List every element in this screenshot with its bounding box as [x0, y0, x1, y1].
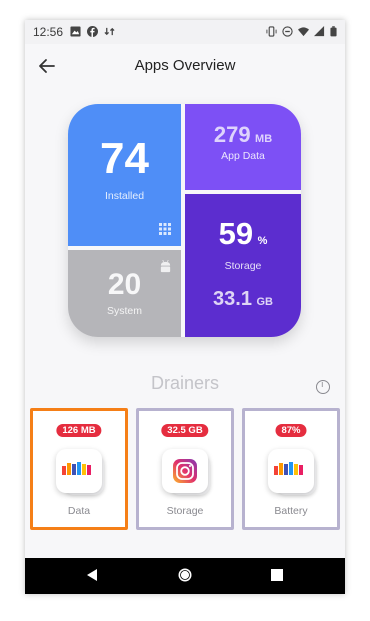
drainer-badge: 126 MB [56, 424, 102, 437]
facebook-notification-icon [87, 26, 98, 37]
storage-size: 33.1 [213, 288, 252, 310]
drainer-card-data[interactable]: 126 MB Data [30, 408, 128, 530]
drainers-list: 126 MB Data 32.5 GB Storage 87% Battery [30, 408, 340, 530]
bars-app-icon [274, 462, 303, 475]
installed-count: 74 [100, 134, 149, 183]
status-time: 12:56 [33, 25, 64, 39]
system-count: 20 [107, 268, 142, 301]
page-title: Apps Overview [134, 57, 236, 74]
instagram-icon [173, 459, 197, 483]
drainer-card-storage[interactable]: 32.5 GB Storage [136, 408, 234, 530]
status-bar: 12:56 [25, 20, 345, 44]
nav-recents-icon[interactable] [271, 569, 283, 581]
info-icon[interactable] [316, 380, 330, 394]
drainer-label: Battery [274, 505, 308, 517]
storage-percent: 59 [218, 216, 254, 251]
storage-tile[interactable]: 59 % Storage 33.1 GB [185, 194, 301, 337]
phone-screen: 12:56 Apps Overview 74 Installed 20 Syst… [25, 20, 345, 594]
image-notification-icon [70, 26, 81, 37]
app-icon [162, 449, 208, 493]
overview-tiles: 74 Installed 20 System 279 MB App Data 5… [68, 104, 301, 337]
storage-size-unit: GB [256, 296, 273, 308]
drainer-card-battery[interactable]: 87% Battery [242, 408, 340, 530]
app-bar: Apps Overview [25, 44, 345, 88]
app-data-unit: MB [255, 133, 273, 145]
drainer-badge: 87% [275, 424, 307, 437]
app-data-value: 279 [213, 122, 251, 147]
storage-label: Storage [224, 260, 262, 272]
nav-home-icon[interactable] [177, 567, 193, 583]
storage-percent-unit: % [257, 235, 268, 247]
system-tile[interactable]: 20 System [68, 250, 181, 337]
signal-icon [314, 26, 325, 37]
wifi-icon [298, 27, 309, 37]
do-not-disturb-icon [282, 26, 293, 37]
installed-label: Installed [104, 190, 145, 202]
drainers-title: Drainers [150, 373, 220, 393]
app-data-tile[interactable]: 279 MB App Data [185, 104, 301, 190]
system-nav-bar [25, 558, 345, 594]
bars-app-icon [62, 462, 91, 475]
sync-notification-icon [104, 27, 115, 36]
vibrate-icon [266, 26, 277, 37]
drainer-label: Storage [166, 505, 204, 517]
app-data-label: App Data [221, 150, 265, 162]
installed-tile[interactable]: 74 Installed [68, 104, 181, 246]
drainer-label: Data [67, 505, 91, 517]
system-label: System [106, 305, 142, 317]
grid-icon [159, 223, 171, 235]
battery-icon [330, 26, 337, 37]
drainer-badge: 32.5 GB [161, 424, 209, 437]
app-icon [268, 449, 314, 493]
app-icon [56, 449, 102, 493]
nav-back-icon[interactable] [85, 568, 99, 582]
